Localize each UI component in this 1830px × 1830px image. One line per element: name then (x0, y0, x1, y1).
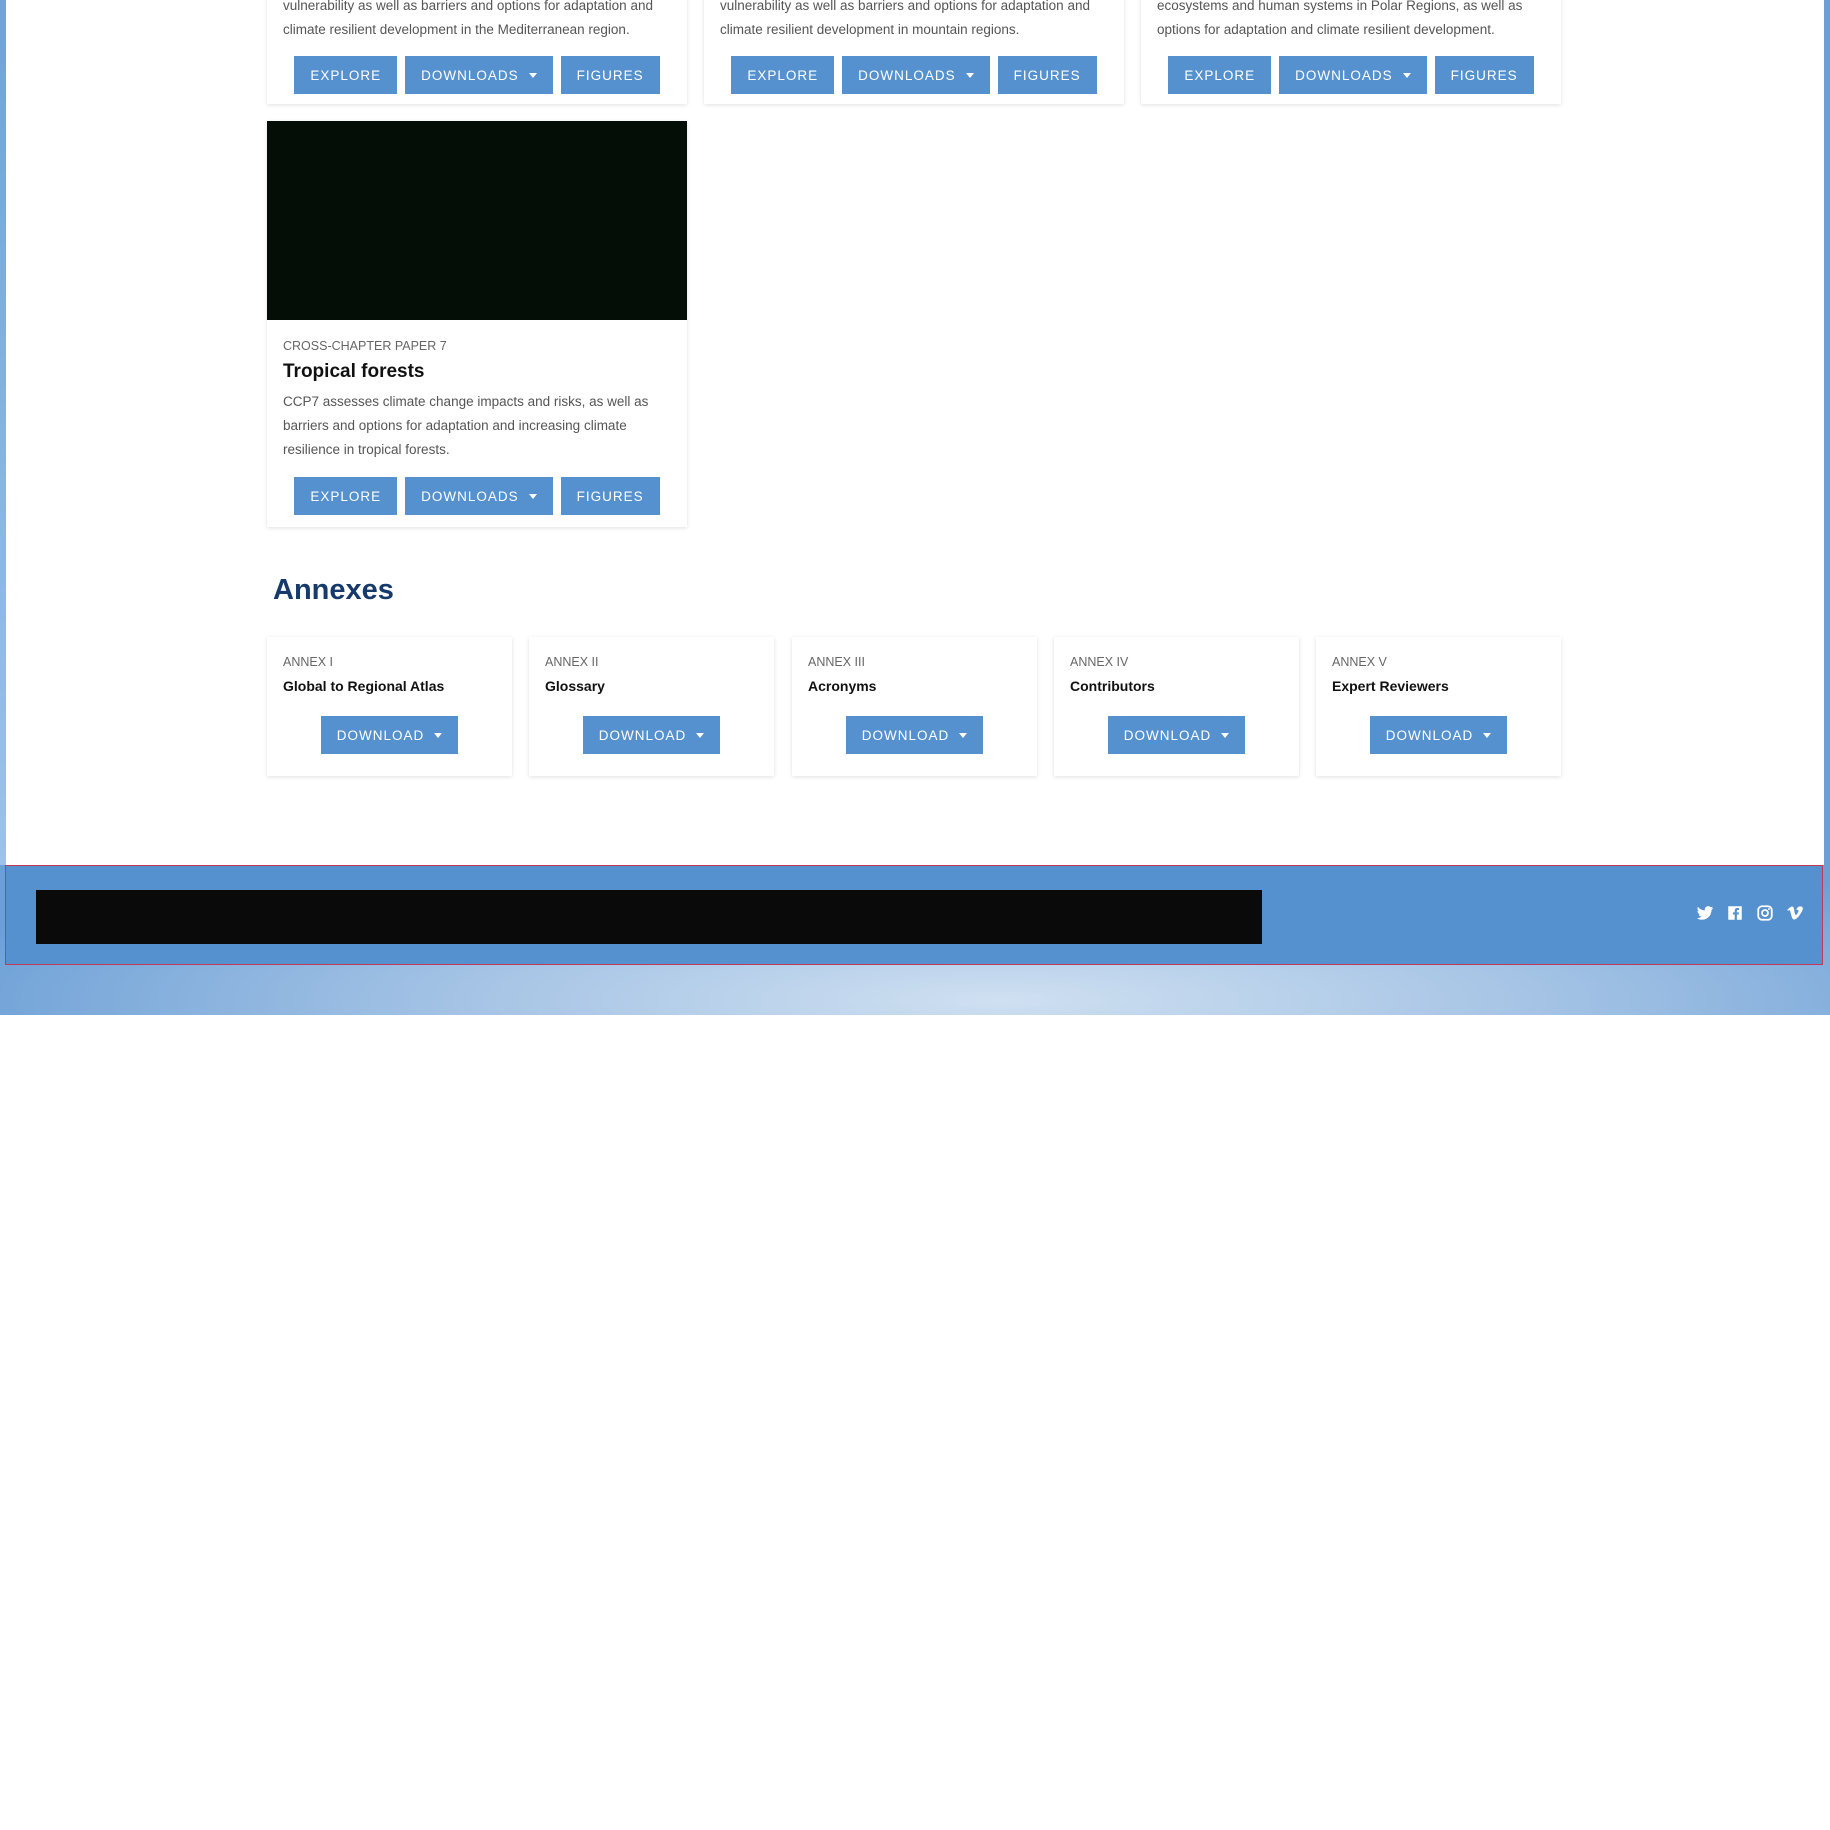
downloads-dropdown-button[interactable]: DOWNLOADS (405, 56, 553, 94)
card-description-line: climate resilient development in mountai… (720, 22, 1020, 37)
chapter-card-mediterranean: vulnerability as well as barriers and op… (267, 0, 687, 104)
explore-button-label: EXPLORE (310, 67, 382, 83)
download-dropdown-button[interactable]: DOWNLOAD (582, 716, 721, 754)
annex-kicker: ANNEX II (545, 655, 599, 669)
figures-button[interactable]: FIGURES (1434, 56, 1534, 94)
annex-title: Glossary (545, 678, 605, 694)
footer-redacted-block (36, 890, 1262, 944)
card-description: ecosystems and human systems in Polar Re… (1157, 0, 1547, 42)
vimeo-icon[interactable] (1786, 904, 1804, 922)
annex-kicker: ANNEX IV (1070, 655, 1129, 669)
annex-button-row: DOWNLOAD (267, 716, 512, 754)
downloads-dropdown-button[interactable]: DOWNLOADS (1279, 56, 1427, 94)
annex-kicker: ANNEX I (283, 655, 334, 669)
download-button-label: DOWNLOAD (1123, 727, 1212, 743)
figures-button-label: FIGURES (576, 67, 644, 83)
card-image[interactable] (267, 121, 687, 320)
download-button-label: DOWNLOAD (336, 727, 425, 743)
download-button-label: DOWNLOAD (1385, 727, 1474, 743)
annex-card: ANNEX II Glossary DOWNLOAD (529, 637, 774, 776)
annex-title: Contributors (1070, 678, 1155, 694)
annex-title: Expert Reviewers (1332, 678, 1449, 694)
card-description: vulnerability as well as barriers and op… (283, 0, 673, 42)
card-title[interactable]: Tropical forests (283, 361, 425, 383)
annex-button-row: DOWNLOAD (529, 716, 774, 754)
caret-down-icon (959, 732, 968, 738)
annex-kicker: ANNEX III (808, 655, 865, 669)
card-description-line: resilience in tropical forests. (283, 442, 450, 457)
downloads-button-label: DOWNLOADS (421, 488, 519, 504)
caret-down-icon (1483, 732, 1492, 738)
figures-button-label: FIGURES (1450, 67, 1518, 83)
annex-card: ANNEX V Expert Reviewers DOWNLOAD (1316, 637, 1561, 776)
figures-button[interactable]: FIGURES (560, 477, 660, 515)
card-description-line: CCP7 assesses climate change impacts and… (283, 394, 649, 409)
annex-button-row: DOWNLOAD (792, 716, 1037, 754)
download-dropdown-button[interactable]: DOWNLOAD (1369, 716, 1508, 754)
figures-button[interactable]: FIGURES (560, 56, 660, 94)
downloads-button-label: DOWNLOADS (858, 67, 956, 83)
facebook-icon[interactable] (1726, 904, 1744, 922)
chapter-card-polar: ecosystems and human systems in Polar Re… (1141, 0, 1561, 104)
card-button-row: EXPLORE DOWNLOADS FIGURES (1141, 56, 1561, 94)
download-button-label: DOWNLOAD (598, 727, 687, 743)
chapter-card-tropical-forests: CROSS-CHAPTER PAPER 7 Tropical forests C… (267, 121, 687, 527)
card-button-row: EXPLORE DOWNLOADS FIGURES (267, 56, 687, 94)
explore-button-label: EXPLORE (747, 67, 819, 83)
download-dropdown-button[interactable]: DOWNLOAD (1107, 716, 1246, 754)
annex-button-row: DOWNLOAD (1054, 716, 1299, 754)
explore-button[interactable]: EXPLORE (731, 56, 835, 94)
caret-down-icon (528, 72, 537, 78)
figures-button-label: FIGURES (576, 488, 644, 504)
card-description: CCP7 assesses climate change impacts and… (283, 390, 673, 462)
explore-button-label: EXPLORE (1184, 67, 1256, 83)
annex-button-row: DOWNLOAD (1316, 716, 1561, 754)
content-sheet: vulnerability as well as barriers and op… (6, 0, 1824, 865)
caret-down-icon (1402, 72, 1411, 78)
site-footer (5, 865, 1823, 965)
card-description-line: vulnerability as well as barriers and op… (283, 0, 653, 13)
card-button-row: EXPLORE DOWNLOADS FIGURES (704, 56, 1124, 94)
card-button-row: EXPLORE DOWNLOADS FIGURES (267, 477, 687, 515)
card-description-line: climate resilient development in the Med… (283, 22, 630, 37)
annex-card: ANNEX IV Contributors DOWNLOAD (1054, 637, 1299, 776)
annex-title: Acronyms (808, 678, 877, 694)
caret-down-icon (528, 493, 537, 499)
caret-down-icon (965, 72, 974, 78)
caret-down-icon (696, 732, 705, 738)
downloads-button-label: DOWNLOADS (1295, 67, 1393, 83)
caret-down-icon (434, 732, 443, 738)
card-description: vulnerability as well as barriers and op… (720, 0, 1110, 42)
instagram-icon[interactable] (1756, 904, 1774, 922)
explore-button[interactable]: EXPLORE (1168, 56, 1272, 94)
figures-button[interactable]: FIGURES (997, 56, 1097, 94)
downloads-button-label: DOWNLOADS (421, 67, 519, 83)
card-description-line: options for adaptation and climate resil… (1157, 22, 1495, 37)
annex-title: Global to Regional Atlas (283, 678, 445, 694)
annexes-heading: Annexes (273, 574, 394, 606)
downloads-dropdown-button[interactable]: DOWNLOADS (842, 56, 990, 94)
chapter-card-mountains: vulnerability as well as barriers and op… (704, 0, 1124, 104)
download-dropdown-button[interactable]: DOWNLOAD (320, 716, 459, 754)
explore-button-label: EXPLORE (310, 488, 382, 504)
caret-down-icon (1221, 732, 1230, 738)
card-description-line: barriers and options for adaptation and … (283, 418, 627, 433)
downloads-dropdown-button[interactable]: DOWNLOADS (405, 477, 553, 515)
download-dropdown-button[interactable]: DOWNLOAD (845, 716, 984, 754)
figures-button-label: FIGURES (1013, 67, 1081, 83)
card-description-line: vulnerability as well as barriers and op… (720, 0, 1090, 13)
card-kicker: CROSS-CHAPTER PAPER 7 (283, 339, 447, 353)
explore-button[interactable]: EXPLORE (294, 477, 398, 515)
explore-button[interactable]: EXPLORE (294, 56, 398, 94)
annex-card: ANNEX I Global to Regional Atlas DOWNLOA… (267, 637, 512, 776)
download-button-label: DOWNLOAD (861, 727, 950, 743)
social-links (1696, 904, 1804, 922)
annex-card: ANNEX III Acronyms DOWNLOAD (792, 637, 1037, 776)
card-description-line: ecosystems and human systems in Polar Re… (1157, 0, 1523, 13)
twitter-icon[interactable] (1696, 904, 1714, 922)
annex-kicker: ANNEX V (1332, 655, 1387, 669)
